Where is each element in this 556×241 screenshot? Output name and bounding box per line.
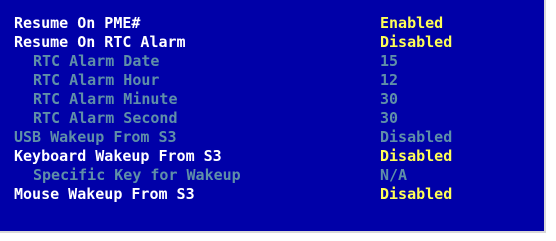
setting-keyboard-wakeup-from-s3[interactable]: Keyboard Wakeup From S3 Disabled bbox=[0, 146, 546, 166]
setting-usb-wakeup-from-s3: USB Wakeup From S3 Disabled bbox=[0, 127, 546, 147]
setting-value[interactable]: Disabled bbox=[380, 32, 452, 52]
setting-rtc-alarm-second: RTC Alarm Second 30 bbox=[0, 108, 546, 128]
setting-label: RTC Alarm Minute bbox=[33, 90, 178, 108]
setting-label: Keyboard Wakeup From S3 bbox=[14, 147, 222, 165]
setting-specific-key-for-wakeup: Specific Key for Wakeup N/A bbox=[0, 165, 546, 185]
setting-label: Resume On PME# bbox=[14, 14, 141, 32]
setting-rtc-alarm-date: RTC Alarm Date 15 bbox=[0, 51, 546, 71]
setting-value: 12 bbox=[380, 71, 399, 89]
setting-value[interactable]: Enabled bbox=[380, 13, 443, 33]
bios-settings-panel: Resume On PME# Enabled Resume On RTC Ala… bbox=[0, 0, 546, 233]
setting-resume-on-rtc-alarm[interactable]: Resume On RTC Alarm Disabled bbox=[0, 32, 546, 52]
setting-value: 30 bbox=[380, 109, 399, 127]
setting-mouse-wakeup-from-s3[interactable]: Mouse Wakeup From S3 Disabled bbox=[0, 184, 546, 204]
setting-rtc-alarm-hour: RTC Alarm Hour 12 bbox=[0, 70, 546, 90]
setting-label: Resume On RTC Alarm bbox=[14, 33, 186, 51]
setting-label: RTC Alarm Second bbox=[33, 109, 178, 127]
setting-value: 15 bbox=[380, 52, 399, 70]
setting-value[interactable]: Disabled bbox=[380, 184, 452, 204]
setting-value: 30 bbox=[380, 90, 399, 108]
setting-value[interactable]: Disabled bbox=[380, 146, 452, 166]
setting-value: N/A bbox=[380, 166, 408, 184]
setting-label: RTC Alarm Date bbox=[33, 52, 160, 70]
setting-label: Mouse Wakeup From S3 bbox=[14, 185, 195, 203]
setting-label: RTC Alarm Hour bbox=[33, 71, 160, 89]
setting-label: Specific Key for Wakeup bbox=[33, 166, 241, 184]
setting-rtc-alarm-minute: RTC Alarm Minute 30 bbox=[0, 89, 546, 109]
setting-value: Disabled bbox=[380, 128, 453, 146]
setting-label: USB Wakeup From S3 bbox=[14, 128, 177, 146]
setting-resume-on-pme[interactable]: Resume On PME# Enabled bbox=[0, 13, 546, 33]
